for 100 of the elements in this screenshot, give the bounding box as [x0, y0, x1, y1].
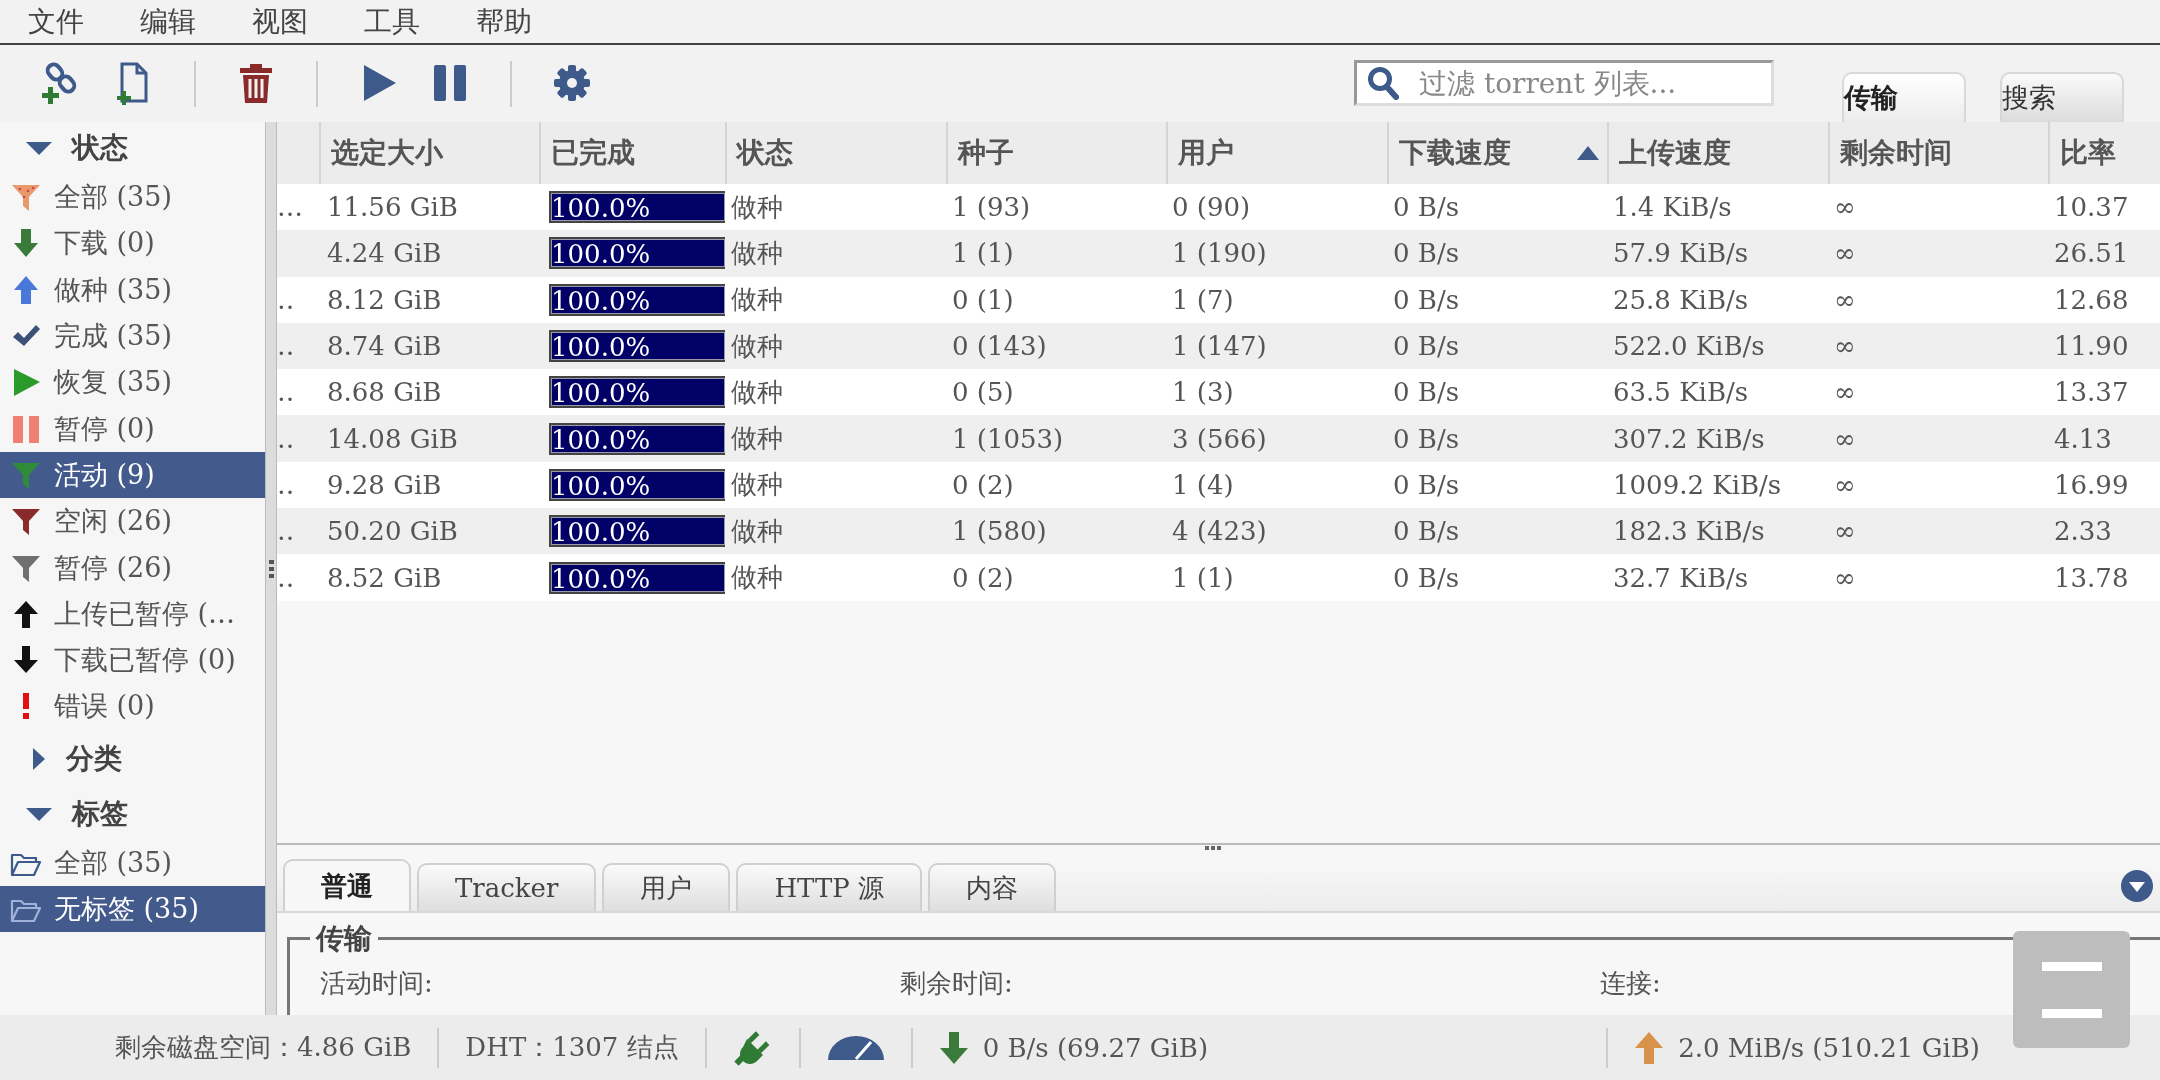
dht-label: DHT：1307 结点 — [465, 1031, 679, 1064]
progress-bar: 100.0% — [549, 376, 725, 409]
table-cell-text: 做种 — [730, 422, 784, 456]
menu-item[interactable]: 帮助 — [472, 2, 536, 41]
progress-bar: 100.0% — [549, 422, 725, 455]
sidebar-item[interactable]: 恢复 (35) — [0, 359, 265, 406]
menu-item[interactable]: 工具 — [360, 2, 424, 41]
table-cell-text: 0 B/s — [1392, 515, 1460, 549]
table-cell-text: 0 B/s — [1392, 330, 1460, 364]
table-cell-text: 26.51 — [2053, 237, 2130, 271]
collapsed-arrow-icon[interactable] — [32, 747, 46, 770]
table-cell-text: 4.13 — [2053, 422, 2113, 456]
menu-item[interactable]: 视图 — [248, 2, 312, 41]
expanded-arrow-icon[interactable] — [26, 140, 52, 156]
download-arrow-icon — [938, 1030, 969, 1065]
table-cell-text: 8.12 GiB — [326, 283, 443, 317]
progress-bar: 100.0% — [549, 237, 725, 270]
menu-item[interactable]: 编辑 — [136, 2, 200, 41]
sidebar-item[interactable]: 空闲 (26) — [0, 498, 265, 545]
table-cell-text: 做种 — [730, 468, 784, 502]
table-cell-text: 57.9 KiB/s — [1612, 237, 1750, 271]
sidebar-item[interactable]: 暂停 (0) — [0, 405, 265, 452]
table-cell-text: ‥ — [277, 376, 296, 410]
table-cell-text: 1 (1053) — [951, 422, 1065, 456]
table-cell-text: 307.2 KiB/s — [1612, 422, 1766, 456]
speedometer-icon[interactable] — [826, 1034, 885, 1061]
table-cell-text: 14.08 GiB — [326, 422, 459, 456]
table-cell-text: 0 (2) — [951, 561, 1015, 595]
detail-tab[interactable]: Tracker — [417, 863, 597, 911]
splitter-handle-icon[interactable] — [1205, 845, 1221, 851]
search-field[interactable]: 过滤 torrent 列表... — [1354, 60, 1774, 106]
view-tab[interactable]: 搜索 — [2000, 72, 2124, 122]
progress-bar: 100.0% — [549, 561, 725, 594]
table-cell-text: 0 B/s — [1392, 283, 1460, 317]
sidebar-item[interactable]: 无标签 (35) — [0, 885, 265, 933]
table-cell-text: 3 (566) — [1171, 422, 1268, 456]
sidebar-item[interactable]: 上传已暂停 (… — [0, 590, 265, 637]
table-cell-text: 1 (4) — [1171, 468, 1235, 502]
splitter-handle-icon[interactable] — [268, 559, 274, 578]
table-cell-text: 1 (93) — [951, 191, 1032, 225]
field-label: 剩余时间: — [900, 967, 1014, 1000]
sidebar-item[interactable]: 错误 (0) — [0, 683, 265, 730]
table-cell-text: 1 (7) — [1171, 283, 1235, 317]
table-cell-text: 0 (2) — [951, 468, 1015, 502]
sidebar-item[interactable]: 暂停 (26) — [0, 544, 265, 591]
sidebar-item[interactable]: 做种 (35) — [0, 266, 265, 313]
view-tab[interactable]: 传输 — [1842, 72, 1966, 122]
table-cell-text: 做种 — [730, 514, 784, 548]
sidebar-item[interactable]: 活动 (9) — [0, 451, 265, 499]
table-cell-text: 做种 — [730, 375, 784, 409]
table-cell-text: 9.28 GiB — [326, 468, 443, 502]
table-cell-text: 11.56 GiB — [326, 191, 459, 225]
table-cell-text: 16.99 — [2053, 468, 2130, 502]
progress-bar: 100.0% — [549, 283, 725, 316]
download-speed-label: 0 B/s (69.27 GiB) — [982, 1032, 1209, 1063]
table-cell-text: 13.37 — [2053, 376, 2130, 410]
sidebar-item[interactable]: 下载 (0) — [0, 220, 265, 267]
table-cell-text: 做种 — [730, 329, 784, 363]
table-cell-text: 0 B/s — [1392, 191, 1460, 225]
table-cell-text: 25.8 KiB/s — [1612, 283, 1750, 317]
detail-tab[interactable]: 普通 — [283, 859, 411, 911]
upload-speed-label: 2.0 MiB/s (510.21 GiB) — [1678, 1032, 1980, 1063]
table-cell-text: 11.90 — [2053, 330, 2130, 364]
table-cell-text: 0 B/s — [1392, 376, 1460, 410]
table-cell-text: 0 B/s — [1392, 422, 1460, 456]
search-icon — [1367, 66, 1399, 100]
table-cell-text: ‥ — [277, 515, 296, 549]
table-cell-text: ∞ — [1833, 283, 1857, 317]
field-label: 连接: — [1600, 967, 1662, 1000]
table-cell-text: 1 (1) — [1171, 561, 1235, 595]
progress-bar: 100.0% — [549, 330, 725, 363]
table-cell-text: ‥ — [277, 283, 296, 317]
table-cell-text: ∞ — [1833, 330, 1857, 364]
table-cell-text: 522.0 KiB/s — [1612, 330, 1766, 364]
table-cell-text: 1 (580) — [951, 515, 1048, 549]
table-cell-text: ‥ — [277, 561, 296, 595]
table-cell-text: 做种 — [730, 236, 784, 270]
upload-arrow-icon — [1634, 1030, 1665, 1065]
table-cell-text: 1 (190) — [1171, 237, 1268, 271]
expanded-arrow-icon[interactable] — [26, 805, 52, 822]
table-cell-text: 0 B/s — [1392, 468, 1460, 502]
sidebar-item[interactable]: 下载已暂停 (0) — [0, 636, 265, 684]
table-cell-text: 182.3 KiB/s — [1612, 515, 1766, 549]
table-cell-text: … — [277, 191, 304, 225]
table-cell-text: 4.24 GiB — [326, 237, 443, 271]
sidebar-item[interactable]: 全部 (35) — [0, 174, 265, 221]
table-cell-text: 8.68 GiB — [326, 376, 443, 410]
detail-tab[interactable]: 内容 — [928, 863, 1056, 911]
table-cell-text: 1.4 KiB/s — [1612, 191, 1733, 225]
menu-item[interactable]: 文件 — [24, 2, 88, 41]
detail-tab[interactable]: 用户 — [602, 863, 731, 911]
table-cell-text: ∞ — [1833, 191, 1857, 225]
table-cell-text: 13.78 — [2053, 561, 2130, 595]
detail-tab[interactable]: HTTP 源 — [736, 863, 922, 911]
table-cell-text: ∞ — [1833, 237, 1857, 271]
table-cell-text: 10.37 — [2053, 191, 2130, 225]
sidebar-item[interactable]: 完成 (35) — [0, 312, 265, 360]
disk-space-label: 剩余磁盘空间：4.86 GiB — [115, 1031, 412, 1064]
sidebar-item[interactable]: 全部 (35) — [0, 839, 265, 886]
table-cell-text: 0 (143) — [951, 330, 1048, 364]
